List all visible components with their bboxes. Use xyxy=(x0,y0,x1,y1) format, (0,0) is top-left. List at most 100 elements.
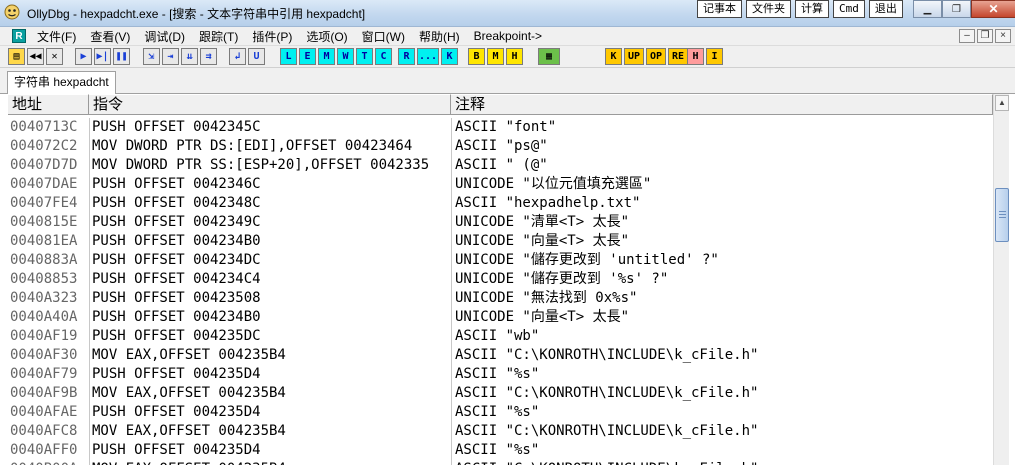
menu-plugins[interactable]: 插件(P) xyxy=(245,28,299,45)
row-instruction: PUSH OFFSET 004235D4 xyxy=(89,403,451,422)
vertical-scrollbar[interactable]: ▲ xyxy=(993,94,1009,465)
threads-window-button[interactable]: T xyxy=(356,48,373,65)
plugin-toolbar-button[interactable]: ▦ xyxy=(538,48,560,65)
table-row[interactable]: 0040B00AMOV EAX,OFFSET 004235B4ASCII "C:… xyxy=(8,460,993,465)
mdi-restore-button[interactable]: ❐ xyxy=(977,29,993,43)
table-row[interactable]: 0040815E PUSH OFFSET 0042349C UNICODE "清單<… xyxy=(8,213,993,232)
menu-bar: R 文件(F) 查看(V) 调试(D) 跟踪(T) 插件(P) 选项(O) 窗口… xyxy=(0,27,1015,46)
row-comment: UNICODE "向量<T> 太長" xyxy=(451,308,993,327)
row-address: 00408853 xyxy=(10,271,78,287)
step-over-button[interactable]: ⇥ xyxy=(162,48,179,65)
calculator-button[interactable]: 计算 xyxy=(795,0,829,18)
table-row[interactable]: 0040AFAE PUSH OFFSET 004235D4 ASCII "%s" xyxy=(8,403,993,422)
exit-button[interactable]: 退出 xyxy=(868,0,903,18)
breakpoints-window-button[interactable]: B xyxy=(468,48,485,65)
column-header-address[interactable]: 地址 xyxy=(8,94,89,115)
table-row[interactable]: 0040AFF0 PUSH OFFSET 004235D4 ASCII "%s" xyxy=(8,441,993,460)
restart-button[interactable]: ◀◀ xyxy=(27,48,44,65)
menu-breakpoint[interactable]: Breakpoint-> xyxy=(467,29,549,43)
table-row[interactable]: 0040A40A PUSH OFFSET 004234B0 UNICODE "向量<… xyxy=(8,308,993,327)
column-header-instruction[interactable]: 指令 xyxy=(89,94,451,115)
table-row[interactable]: 0040AF30 MOV EAX,OFFSET 004235B4 ASCII "C:… xyxy=(8,346,993,365)
scroll-up-button[interactable]: ▲ xyxy=(995,95,1009,111)
table-row[interactable]: 00407D7D MOV DWORD PTR SS:[ESP+20],OFFSET… xyxy=(8,156,993,175)
window-controls: ▁ ❐ ✕ xyxy=(913,0,1015,18)
execute-till-return-button[interactable]: ↲ xyxy=(229,48,246,65)
table-row[interactable]: 004072C2 MOV DWORD PTR DS:[EDI],OFFSET 00… xyxy=(8,137,993,156)
table-row[interactable]: 0040AFC8 MOV EAX,OFFSET 004235B4 ASCII "C:… xyxy=(8,422,993,441)
minimize-button[interactable]: ▁ xyxy=(913,0,942,18)
trace-into-button[interactable]: ⇊ xyxy=(181,48,198,65)
menu-options[interactable]: 选项(O) xyxy=(299,28,354,45)
folder-open-icon: ▤ xyxy=(13,51,20,62)
ollydbg-app-icon[interactable] xyxy=(4,4,20,20)
scrollbar-thumb[interactable] xyxy=(995,188,1009,242)
trace-over-button[interactable]: ⇉ xyxy=(200,48,217,65)
table-row[interactable]: 0040AF79 PUSH OFFSET 004235D4 ASCII "%s" xyxy=(8,365,993,384)
plugin-i-button[interactable]: I xyxy=(706,48,723,65)
mdi-minimize-button[interactable]: – xyxy=(959,29,975,43)
step-into-button[interactable]: ⇲ xyxy=(143,48,160,65)
table-row[interactable]: 004081EA PUSH OFFSET 004234B0 UNICODE "向量<… xyxy=(8,232,993,251)
plugin-op-button[interactable]: OP xyxy=(646,48,666,65)
modules-window-button[interactable]: E xyxy=(299,48,316,65)
row-instruction: PUSH OFFSET 004234DC xyxy=(89,251,451,270)
table-row[interactable]: 0040AF9B MOV EAX,OFFSET 004235B4 ASCII "C:… xyxy=(8,384,993,403)
cmd-button[interactable]: Cmd xyxy=(833,0,865,18)
row-address: 0040AFAE xyxy=(10,404,78,420)
row-comment: ASCII " (@" xyxy=(451,156,993,175)
references-window-button[interactable]: R xyxy=(398,48,415,65)
close-icon: ✕ xyxy=(988,2,999,16)
table-row[interactable]: 00408853 PUSH OFFSET 004234C4 UNICODE "儲存更… xyxy=(8,270,993,289)
close-button[interactable]: ✕ xyxy=(971,0,1015,18)
close-icon: ✕ xyxy=(51,51,58,62)
restore-icon: ❐ xyxy=(952,3,961,15)
open-file-button[interactable]: ▤ xyxy=(8,48,25,65)
table-row[interactable]: 0040713C PUSH OFFSET 0042345C ASCII "font" xyxy=(8,118,993,137)
log-window-button[interactable]: L xyxy=(280,48,297,65)
menu-view[interactable]: 查看(V) xyxy=(83,28,137,45)
cpu-window-button[interactable]: C xyxy=(375,48,392,65)
pause-button[interactable]: ❚❚ xyxy=(113,48,130,65)
plugin-h-button[interactable]: H xyxy=(687,48,704,65)
windows-window-button[interactable]: W xyxy=(337,48,354,65)
menu-debug[interactable]: 调试(D) xyxy=(137,28,192,45)
row-address: 0040A323 xyxy=(10,290,78,306)
row-instruction: MOV EAX,OFFSET 004235B4 xyxy=(89,384,451,403)
table-row[interactable]: 0040AF19 PUSH OFFSET 004235DC ASCII "wb" xyxy=(8,327,993,346)
maximize-button[interactable]: ❐ xyxy=(942,0,971,18)
execute-till-user-code-button[interactable]: U xyxy=(248,48,265,65)
tab-strings-hexpadcht[interactable]: 字符串 hexpadcht xyxy=(7,71,116,94)
plugin-k-button[interactable]: K xyxy=(605,48,622,65)
run-button[interactable]: ▶ xyxy=(75,48,92,65)
close-program-button[interactable]: ✕ xyxy=(46,48,63,65)
step-over-icon: ⇥ xyxy=(167,51,174,62)
row-comment: ASCII "ps@" xyxy=(451,137,993,156)
notepad-button[interactable]: 记事本 xyxy=(697,0,742,18)
hardware-breakpoints-button[interactable]: H xyxy=(506,48,523,65)
run-thread-button[interactable]: ▶| xyxy=(94,48,111,65)
row-comment: UNICODE "以位元值填充選區" xyxy=(451,175,993,194)
folder-button[interactable]: 文件夹 xyxy=(746,0,791,18)
run-trace-window-button[interactable]: ... xyxy=(417,48,439,65)
column-header-comment[interactable]: 注释 xyxy=(451,94,993,115)
table-row[interactable]: 00407DAE PUSH OFFSET 0042346C UNICODE "以位元… xyxy=(8,175,993,194)
trace-over-icon: ⇉ xyxy=(205,51,212,62)
menu-help[interactable]: 帮助(H) xyxy=(412,28,467,45)
table-row[interactable]: 0040A323 PUSH OFFSET 00423508 UNICODE "無法找… xyxy=(8,289,993,308)
call-stack-window-button[interactable]: K xyxy=(441,48,458,65)
menu-file[interactable]: 文件(F) xyxy=(30,28,83,45)
row-comment: UNICODE "清單<T> 太長" xyxy=(451,213,993,232)
mdi-close-button[interactable]: × xyxy=(995,29,1011,43)
memory-window-button[interactable]: M xyxy=(318,48,335,65)
table-header: 地址 指令 注释 xyxy=(8,94,993,115)
menu-window[interactable]: 窗口(W) xyxy=(355,28,412,45)
row-instruction: MOV EAX,OFFSET 004235B4 xyxy=(89,346,451,365)
plugin-re-button[interactable]: RE xyxy=(668,48,688,65)
memory-breakpoints-button[interactable]: M xyxy=(487,48,504,65)
row-instruction: PUSH OFFSET 0042349C xyxy=(89,213,451,232)
table-row[interactable]: 0040883A PUSH OFFSET 004234DC UNICODE "儲存更… xyxy=(8,251,993,270)
menu-trace[interactable]: 跟踪(T) xyxy=(192,28,245,45)
table-row[interactable]: 00407FE4 PUSH OFFSET 0042348C ASCII "hexpa… xyxy=(8,194,993,213)
plugin-up-button[interactable]: UP xyxy=(624,48,644,65)
